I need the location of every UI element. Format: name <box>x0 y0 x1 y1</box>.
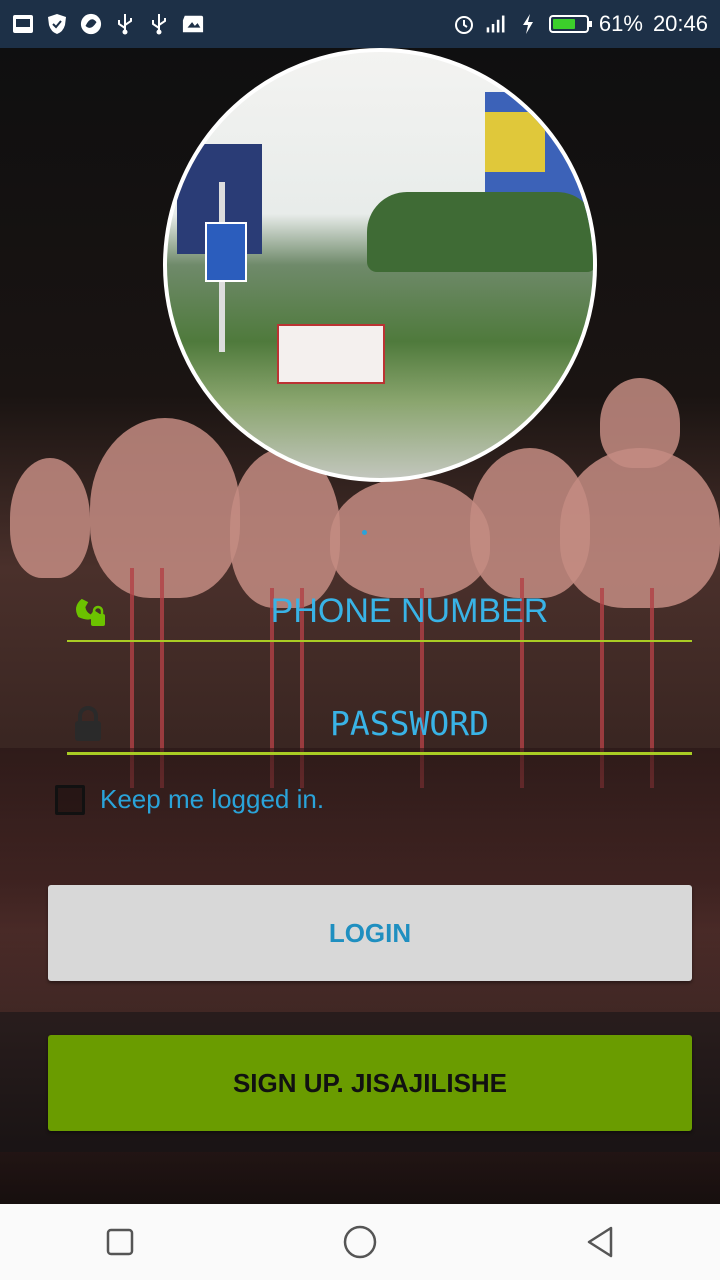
status-icons-right: 61% 20:46 <box>453 11 708 37</box>
gallery-icon <box>12 13 34 35</box>
alarm-icon <box>453 13 475 35</box>
phone-field[interactable] <box>67 580 692 642</box>
charging-icon <box>517 13 539 35</box>
usb-icon <box>148 13 170 35</box>
keep-logged-in-checkbox[interactable] <box>55 784 85 815</box>
battery-icon <box>548 15 592 33</box>
navigation-bar <box>0 1204 720 1280</box>
battery-percent: 61% <box>598 11 643 36</box>
shield-icon <box>46 13 68 35</box>
phone-input[interactable] <box>127 586 692 636</box>
back-icon[interactable] <box>570 1212 630 1272</box>
login-button[interactable]: LOGIN <box>48 885 692 981</box>
keep-logged-in-label[interactable]: Keep me logged in. <box>100 784 324 815</box>
phone-lock-icon <box>71 594 107 630</box>
signal-icon <box>485 13 507 35</box>
password-field[interactable] <box>67 695 692 755</box>
password-input[interactable] <box>127 698 692 748</box>
keep-logged-in[interactable]: Keep me logged in. <box>55 784 324 815</box>
progress-dot <box>362 530 367 535</box>
swirl-app-icon <box>80 13 102 35</box>
status-bar: 61% 20:46 <box>0 0 720 48</box>
home-icon[interactable] <box>330 1212 390 1272</box>
signup-button[interactable]: SIGN UP. JISAJILISHE <box>48 1035 692 1131</box>
profile-photo <box>163 48 597 482</box>
recent-apps-icon[interactable] <box>90 1212 150 1272</box>
clock: 20:46 <box>652 11 708 36</box>
status-icons-left <box>12 13 204 35</box>
usb-icon <box>114 13 136 35</box>
lock-icon <box>71 706 107 742</box>
sd-card-icon <box>182 13 204 35</box>
